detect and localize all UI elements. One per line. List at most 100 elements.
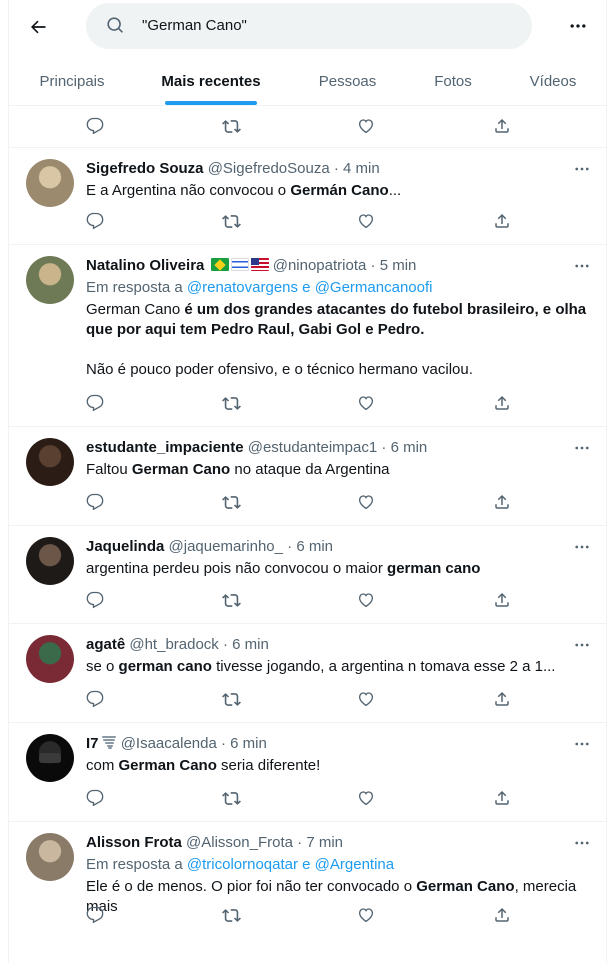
tweet-more-button[interactable]: [569, 734, 595, 754]
tweet-header: Jaquelinda @jaquemarinho_ · 6 min: [86, 537, 594, 557]
highlighted-term: Germán Cano: [290, 182, 389, 199]
reply-context: Em resposta a @tricolornoqatar e @Argent…: [86, 855, 594, 875]
retweet-button[interactable]: [219, 209, 243, 233]
like-button[interactable]: [354, 588, 378, 612]
author-name[interactable]: Alisson Frota: [86, 834, 182, 851]
tweet-time[interactable]: 6 min: [232, 636, 269, 653]
author-name[interactable]: Sigefredo Souza: [86, 160, 204, 177]
tweet[interactable]: Sigefredo Souza @SigefredoSouza · 4 min E…: [9, 148, 606, 245]
tweet[interactable]: I7 @Isaacalenda · 6 min com German Cano s…: [9, 723, 606, 822]
retweet-icon: [221, 593, 241, 607]
search-input[interactable]: "German Cano": [86, 3, 532, 49]
tweet-more-button[interactable]: [569, 833, 595, 853]
reply-button[interactable]: [83, 490, 107, 514]
text-segment: com: [86, 757, 119, 774]
tab-videos[interactable]: Vídeos: [498, 56, 606, 106]
share-button[interactable]: [490, 391, 514, 415]
reply-button[interactable]: [83, 588, 107, 612]
tweet[interactable]: Alisson Frota @Alisson_Frota · 7 min Em r…: [9, 822, 606, 963]
author-handle[interactable]: @ninopatriota: [273, 257, 367, 274]
avatar[interactable]: [26, 635, 74, 683]
share-button[interactable]: [490, 209, 514, 233]
reply-icon: [86, 591, 104, 609]
author-handle[interactable]: @jaquemarinho_: [169, 538, 283, 555]
retweet-button[interactable]: [219, 588, 243, 612]
tweet[interactable]: estudante_impaciente @estudanteimpac1 · …: [9, 427, 606, 526]
author-name[interactable]: Natalino Oliveira: [86, 257, 204, 274]
retweet-button[interactable]: [219, 687, 243, 711]
tweet[interactable]: agatê @ht_bradock · 6 min se o german can…: [9, 624, 606, 723]
tweet-more-button[interactable]: [569, 159, 595, 179]
back-button[interactable]: [21, 10, 55, 44]
retweet-button[interactable]: [219, 786, 243, 810]
reply-mentions[interactable]: @renatovargens e @Germancanoofi: [187, 279, 433, 296]
tweet-time[interactable]: 6 min: [230, 735, 267, 752]
tweet[interactable]: Jaquelinda @jaquemarinho_ · 6 min argenti…: [9, 526, 606, 624]
reply-button[interactable]: [83, 903, 107, 927]
reply-context: Em resposta a @renatovargens e @Germanca…: [86, 278, 594, 298]
author-handle[interactable]: @ht_bradock: [129, 636, 218, 653]
avatar[interactable]: [26, 438, 74, 486]
share-button[interactable]: [490, 903, 514, 927]
like-button[interactable]: [354, 687, 378, 711]
tweet-time[interactable]: 6 min: [391, 439, 428, 456]
tweet-header: Sigefredo Souza @SigefredoSouza · 4 min: [86, 159, 594, 179]
tweet-more-button[interactable]: [569, 256, 595, 276]
author-handle[interactable]: @Isaacalenda: [121, 735, 217, 752]
tweet-time[interactable]: 5 min: [380, 257, 417, 274]
retweet-button[interactable]: [219, 903, 243, 927]
author-handle[interactable]: @SigefredoSouza: [208, 160, 330, 177]
more-options-button[interactable]: [565, 13, 591, 39]
author-name[interactable]: I7: [86, 735, 99, 752]
tweet-more-button[interactable]: [569, 537, 595, 557]
avatar[interactable]: [26, 734, 74, 782]
search-query: "German Cano": [142, 17, 247, 34]
retweet-button[interactable]: [219, 490, 243, 514]
reply-button[interactable]: [83, 391, 107, 415]
author-name[interactable]: estudante_impaciente: [86, 439, 244, 456]
retweet-button[interactable]: [219, 114, 243, 138]
tweet-time[interactable]: 4 min: [343, 160, 380, 177]
share-button[interactable]: [490, 687, 514, 711]
reply-button[interactable]: [83, 687, 107, 711]
reply-button[interactable]: [83, 786, 107, 810]
tweet-more-button[interactable]: [569, 438, 595, 458]
reply-button[interactable]: [83, 114, 107, 138]
avatar[interactable]: [26, 833, 74, 881]
author-handle[interactable]: @estudanteimpac1: [248, 439, 377, 456]
avatar[interactable]: [26, 159, 74, 207]
tab-principais[interactable]: Principais: [9, 56, 135, 106]
share-icon: [495, 395, 509, 410]
like-button[interactable]: [354, 209, 378, 233]
like-button[interactable]: [354, 786, 378, 810]
tweet-time[interactable]: 6 min: [296, 538, 333, 555]
tweet-partial[interactable]: [9, 106, 606, 148]
separator-dot: ·: [292, 834, 307, 851]
share-button[interactable]: [490, 588, 514, 612]
author-handle[interactable]: @Alisson_Frota: [186, 834, 293, 851]
avatar[interactable]: [26, 256, 74, 304]
tab-mais-recentes[interactable]: Mais recentes: [135, 56, 287, 106]
share-button[interactable]: [490, 114, 514, 138]
retweet-icon: [221, 495, 241, 509]
tweet-actions: [9, 786, 606, 810]
author-name[interactable]: agatê: [86, 636, 125, 653]
tweet-header: Alisson Frota @Alisson_Frota · 7 min: [86, 833, 594, 853]
like-button[interactable]: [354, 114, 378, 138]
tweet[interactable]: Natalino Oliveira @ninopatriota · 5 min E…: [9, 245, 606, 427]
avatar[interactable]: [26, 537, 74, 585]
retweet-button[interactable]: [219, 391, 243, 415]
like-button[interactable]: [354, 903, 378, 927]
like-button[interactable]: [354, 391, 378, 415]
tab-pessoas[interactable]: Pessoas: [287, 56, 408, 106]
tweet-more-button[interactable]: [569, 635, 595, 655]
tweet-time[interactable]: 7 min: [306, 834, 343, 851]
share-button[interactable]: [490, 786, 514, 810]
share-button[interactable]: [490, 490, 514, 514]
search-icon: [107, 17, 123, 33]
tab-fotos[interactable]: Fotos: [408, 56, 498, 106]
reply-mentions[interactable]: @tricolornoqatar e @Argentina: [187, 856, 394, 873]
reply-button[interactable]: [83, 209, 107, 233]
author-name[interactable]: Jaquelinda: [86, 538, 164, 555]
like-button[interactable]: [354, 490, 378, 514]
